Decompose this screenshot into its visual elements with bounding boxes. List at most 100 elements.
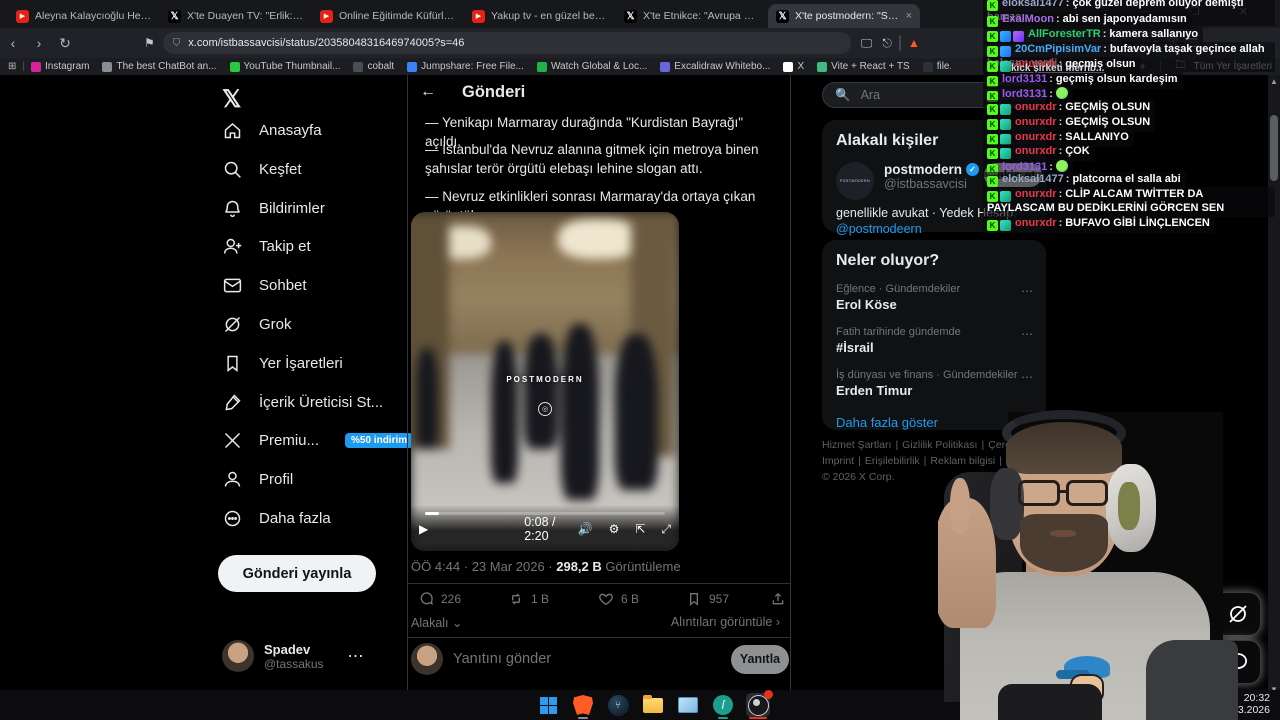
sidebar-item-grok[interactable]: Grok (222, 314, 292, 335)
browser-tab[interactable]: X'te postmodern: "SON 48 SAAT × (768, 4, 920, 28)
related-filter[interactable]: Alakalı ⌄ (411, 615, 462, 630)
bookmark-stat[interactable]: 957 (686, 591, 729, 607)
sidebar-item-anasayfa[interactable]: Anasayfa (222, 120, 322, 141)
sidebar-item-ierikreticisist[interactable]: İçerik Üreticisi St... (222, 392, 383, 413)
search-icon: 🔍 (835, 87, 851, 102)
reply-button[interactable]: Yanıtla (731, 644, 789, 674)
trend-item[interactable]: Eğlence · Gündemdekiler Erol Köse ⋯ (822, 276, 1046, 319)
music-note-icon[interactable]: ♫ (1150, 36, 1159, 50)
sidebar-item-bildirimler[interactable]: Bildirimler (222, 198, 325, 219)
back-arrow-icon[interactable]: ← (420, 83, 436, 101)
obs-taskbar-icon[interactable] (746, 690, 773, 719)
bookmark-item[interactable]: Vite + React + TS (817, 61, 910, 72)
shield-icon[interactable]: ⛨ (1169, 36, 1178, 51)
play-icon[interactable]: ▶ (419, 522, 428, 536)
scroll-up-icon[interactable]: ▲ (1268, 77, 1280, 86)
all-bookmarks-label[interactable]: Tüm Yer İşaretleri (1194, 61, 1272, 72)
sidebar-item-label: Grok (259, 316, 292, 333)
apps-grid-icon[interactable]: ⊞ (8, 61, 16, 72)
bookmark-item[interactable]: cobalt (353, 61, 394, 72)
steam-taskbar-icon[interactable]: ⑂ (606, 693, 630, 717)
sidebar-item-premiu[interactable]: Premiu... %50 indirim (222, 430, 414, 451)
bookmark-item[interactable]: Instagram (31, 61, 89, 72)
browser-tab[interactable]: Yakup tv - en güzel berber tokatçı b (464, 4, 616, 28)
compose-post-button[interactable]: Gönderi yayınla (218, 555, 376, 592)
bookmark-flag-icon[interactable]: ⚑ (144, 36, 155, 50)
x-logo-icon[interactable]: 𝕏 (222, 85, 241, 114)
reply-composer[interactable]: Yanıtını gönder Yanıtla (411, 643, 789, 675)
card-title: Alakalı kişiler (836, 132, 939, 149)
account-menu-icon[interactable]: ⋯ (348, 646, 364, 666)
bookmark-item[interactable]: Jumpshare: Free File... (407, 61, 524, 72)
sidebar-item-yeriaretleri[interactable]: Yer İşaretleri (222, 353, 343, 374)
bookmark-favicon (31, 61, 41, 72)
repost-stat[interactable]: 1 B (508, 591, 549, 607)
window-controls[interactable]: — ❐ ✕ (1140, 5, 1266, 18)
sidebar-item-label: Anasayfa (259, 122, 322, 139)
scrollbar-thumb[interactable] (1270, 115, 1278, 181)
browser-tab[interactable]: Aleyna Kalaycıoğlu Her Şeyi Anlattı - (8, 4, 160, 28)
like-stat[interactable]: 6 B (598, 591, 639, 607)
user-name[interactable]: postmodern ✓ (884, 162, 980, 177)
trend-menu-icon[interactable]: ⋯ (1021, 370, 1034, 384)
bio-mention-link[interactable]: @postmodeern (836, 222, 922, 236)
browser-tab[interactable]: X'te Duayen TV: "Erlik: Nevruz'da TU (160, 4, 312, 28)
sidebar-item-takipet[interactable]: Takip et (222, 236, 311, 257)
avatar[interactable]: POSTMODERN (836, 162, 874, 200)
explorer-taskbar-icon[interactable] (641, 693, 665, 717)
bookmark-item[interactable]: The best ChatBot an... (102, 61, 217, 72)
footer-link[interactable]: Erişilebilirlik (865, 455, 920, 467)
bookmark-favicon (783, 61, 794, 72)
trend-item[interactable]: İş dünyası ve finans · Gündemdekiler Erde… (822, 362, 1046, 405)
fullscreen-icon[interactable]: ⤢ (661, 522, 671, 537)
bookmark-item[interactable]: Watch Global & Loc... (536, 61, 647, 72)
bookmark-item[interactable]: Excalidraw Whitebo... (660, 61, 770, 72)
follow-button[interactable]: Takip et (984, 163, 1042, 187)
sidebar-item-profil[interactable]: Profil (222, 469, 293, 490)
share-stat-icon[interactable] (770, 591, 786, 607)
trend-item[interactable]: Fatih tarihinde gündemde #İsrail ⋯ (822, 319, 1046, 362)
sidebar-item-label: Premiu... (259, 432, 320, 450)
footer-link[interactable]: Imprint (822, 455, 854, 467)
sidebar-item-kefet[interactable]: Keşfet (222, 159, 302, 180)
reload-icon[interactable]: ↻ (52, 35, 78, 52)
bookmark-item[interactable]: YouTube Thumbnail... (229, 61, 340, 72)
account-switcher[interactable]: Spadev @tassakus ⋯ (222, 640, 382, 672)
bookmark-label: Jumpshare: Free File... (421, 61, 524, 72)
youtube-icon (320, 9, 333, 23)
url-bar[interactable]: ⛉ x.com/istbassavcisi/status/20358048316… (162, 32, 851, 54)
trend-category: Eğlence · Gündemdekiler (836, 283, 961, 295)
brave-taskbar-icon[interactable] (571, 693, 595, 719)
volume-icon[interactable]: 🔊 (578, 522, 593, 536)
settings-gear-icon[interactable]: ⚙ (609, 522, 620, 536)
brave-rewards-icon[interactable]: ▲ (908, 36, 920, 50)
trend-menu-icon[interactable]: ⋯ (1021, 284, 1034, 298)
tab-close-icon[interactable]: × (906, 10, 912, 22)
video-player[interactable]: POSTMODERN ◎ ▶ 0:08 / 2:20 🔊 ⚙ ⇱ ⤢ (411, 212, 679, 551)
tab-media-icon[interactable]: 🖵 (861, 36, 873, 51)
sidebar-item-dahafazla[interactable]: Daha fazla (222, 508, 331, 529)
view-quotes-link[interactable]: Alıntıları görüntüle › (671, 615, 780, 629)
photos-taskbar-icon[interactable] (676, 693, 700, 717)
forward-icon[interactable]: › (26, 35, 52, 51)
bell-icon (225, 200, 240, 217)
bookmarks-overflow-icon[interactable]: » (1139, 61, 1145, 72)
site-settings-icon[interactable]: ⛉ (173, 38, 181, 49)
menu-icon[interactable]: ☰ (1188, 36, 1199, 50)
back-icon[interactable]: ‹ (0, 35, 26, 51)
reply-placeholder[interactable]: Yanıtını gönder (453, 651, 721, 667)
reply-stat[interactable]: 226 (418, 591, 461, 607)
footer-link[interactable]: Hizmet Şartları (822, 439, 891, 451)
start-button-icon[interactable] (536, 693, 560, 717)
pip-icon[interactable]: ⇱ (635, 522, 645, 536)
search-input[interactable]: 🔍 Ara (822, 82, 1046, 108)
browser-tab[interactable]: X'te Etnikce: "Avrupa ölmüş bir kıta a (616, 4, 768, 28)
sublime-taskbar-icon[interactable]: ſ (711, 693, 735, 719)
browser-tab[interactable]: Online Eğitimde Küfürlü Cs oynayan (312, 4, 464, 28)
share-icon[interactable]: ⎋ (882, 36, 892, 51)
bookmark-item[interactable]: file.io - Super simpl... (922, 61, 951, 72)
sidebar-item-sohbet[interactable]: Sohbet (222, 275, 307, 296)
headphone-earcup (990, 468, 1024, 540)
bookmark-item[interactable]: X (783, 61, 804, 72)
trend-menu-icon[interactable]: ⋯ (1021, 327, 1034, 341)
